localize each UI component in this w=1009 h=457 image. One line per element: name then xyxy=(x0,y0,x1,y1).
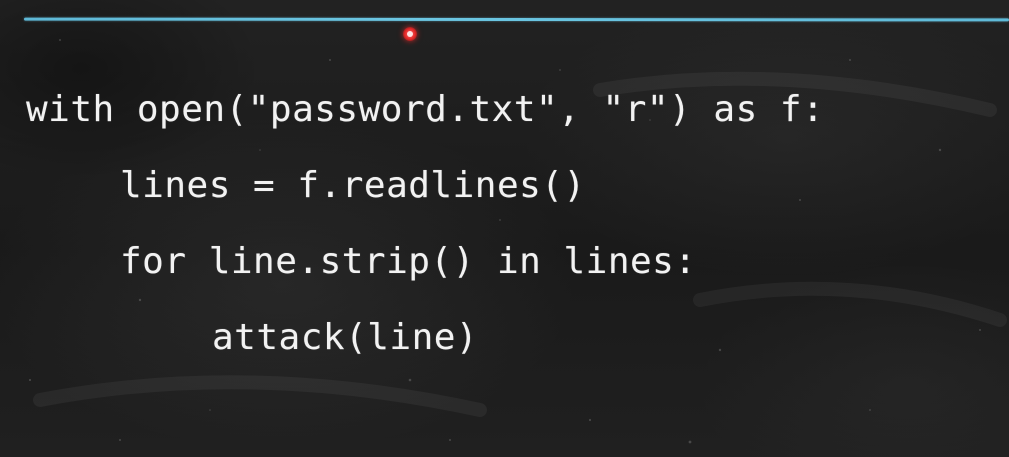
code-line-4: attack(line) xyxy=(212,317,479,358)
chalkboard: with open("password.txt", "r") as f: lin… xyxy=(0,0,1009,457)
code-block: with open("password.txt", "r") as f: lin… xyxy=(26,72,824,376)
code-line-1: with open("password.txt", "r") as f: xyxy=(26,89,825,130)
top-divider-line xyxy=(23,17,1009,22)
code-line-2: lines = f.readlines() xyxy=(120,165,586,206)
laser-pointer-dot xyxy=(403,27,417,41)
code-line-3: for line.strip() in lines: xyxy=(120,241,697,282)
